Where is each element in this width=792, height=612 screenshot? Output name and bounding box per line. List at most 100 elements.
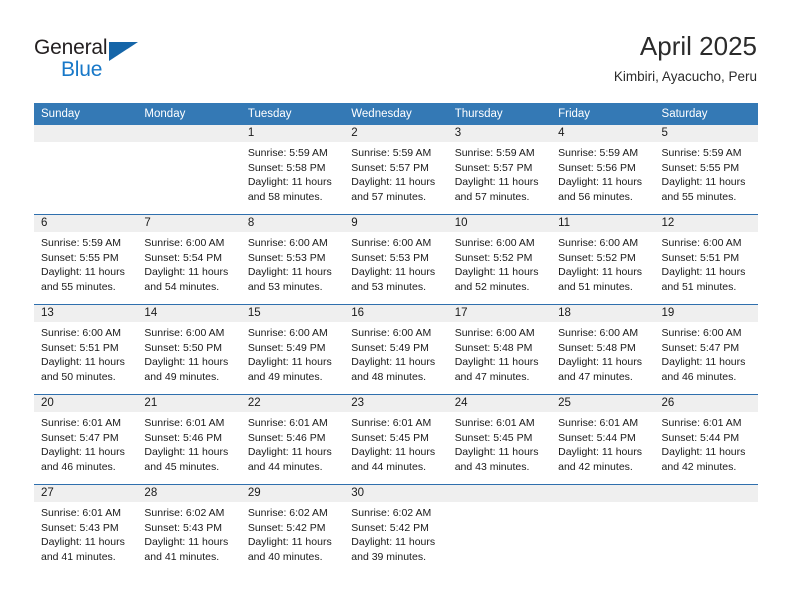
day-detail-line: Daylight: 11 hours: [41, 356, 125, 368]
day-detail-line: Daylight: 11 hours: [454, 176, 539, 188]
day-cell[interactable]: Sunrise: 6:01 AM Sunset: 5:46 PM Daylight:…: [137, 412, 240, 484]
day-cell[interactable]: Sunrise: 5:59 AM Sunset: 5:58 PM Daylight:…: [241, 142, 344, 214]
day-number[interactable]: 25: [551, 395, 654, 412]
day-cell[interactable]: Sunrise: 6:00 AM Sunset: 5:52 PM Daylight:…: [448, 232, 551, 304]
day-cell[interactable]: Sunrise: 6:00 AM Sunset: 5:53 PM Daylight:…: [241, 232, 344, 304]
day-number[interactable]: 5: [655, 125, 758, 142]
day-detail-line: Sunrise: 6:00 AM: [558, 327, 639, 339]
day-number[interactable]: 7: [137, 215, 240, 232]
day-cell[interactable]: Sunrise: 5:59 AM Sunset: 5:57 PM Daylight:…: [344, 142, 447, 214]
day-cell[interactable]: Sunrise: 6:00 AM Sunset: 5:54 PM Daylight:…: [137, 232, 240, 304]
day-number[interactable]: 12: [655, 215, 758, 232]
day-number[interactable]: 16: [344, 305, 447, 322]
day-cell[interactable]: Sunrise: 6:02 AM Sunset: 5:42 PM Daylight:…: [344, 502, 447, 576]
day-detail-line: Daylight: 11 hours: [247, 446, 332, 458]
day-cell[interactable]: Sunrise: 6:00 AM Sunset: 5:47 PM Daylight:…: [655, 322, 758, 394]
day-number[interactable]: 13: [34, 305, 137, 322]
day-cell[interactable]: Sunrise: 6:01 AM Sunset: 5:43 PM Daylight:…: [34, 502, 137, 576]
calendar-weeks: 1 2 3 4 5 Sunrise: 5:59 AM Sunset: 5:58 PM Dayl…: [34, 125, 758, 576]
day-detail-line: and 51 minutes.: [558, 280, 633, 293]
day-cell[interactable]: Sunrise: 6:00 AM Sunset: 5:48 PM Daylight:…: [448, 322, 551, 394]
day-number[interactable]: 2: [344, 125, 447, 142]
day-number-empty: [655, 485, 758, 502]
day-cell[interactable]: Sunrise: 6:02 AM Sunset: 5:42 PM Daylight:…: [241, 502, 344, 576]
week-day-details: Sunrise: 5:59 AM Sunset: 5:58 PM Daylight:…: [34, 142, 758, 214]
day-detail-line: Daylight: 11 hours: [41, 536, 125, 548]
day-number[interactable]: 3: [448, 125, 551, 142]
day-detail-line: Daylight: 11 hours: [558, 356, 642, 368]
day-number[interactable]: 29: [241, 485, 344, 502]
day-number[interactable]: 11: [551, 215, 654, 232]
day-number[interactable]: 18: [551, 305, 654, 322]
day-number[interactable]: 14: [137, 305, 240, 322]
day-number[interactable]: 4: [551, 125, 654, 142]
day-detail-line: and 52 minutes.: [454, 280, 530, 293]
day-detail-line: Sunrise: 6:01 AM: [144, 417, 225, 429]
day-number[interactable]: 27: [34, 485, 137, 502]
day-cell[interactable]: Sunrise: 6:00 AM Sunset: 5:48 PM Daylight:…: [551, 322, 654, 394]
weekday-header-row: Sunday Monday Tuesday Wednesday Thursday Frid…: [34, 103, 758, 125]
week-day-numbers: 20 21 22 23 24 25 26: [34, 395, 758, 412]
day-detail-line: Sunset: 5:42 PM: [351, 521, 429, 534]
day-number[interactable]: 30: [344, 485, 447, 502]
day-number[interactable]: 6: [34, 215, 137, 232]
day-cell[interactable]: Sunrise: 6:01 AM Sunset: 5:45 PM Daylight:…: [448, 412, 551, 484]
week-day-details: Sunrise: 6:01 AM Sunset: 5:43 PM Daylight:…: [34, 502, 758, 576]
day-number[interactable]: 19: [655, 305, 758, 322]
day-cell[interactable]: Sunrise: 6:02 AM Sunset: 5:43 PM Daylight:…: [137, 502, 240, 576]
day-cell[interactable]: Sunrise: 6:00 AM Sunset: 5:50 PM Daylight:…: [137, 322, 240, 394]
weekday-header-sunday: Sunday: [41, 108, 81, 120]
day-number[interactable]: 15: [241, 305, 344, 322]
day-detail-line: Sunset: 5:45 PM: [454, 431, 533, 444]
day-cell[interactable]: Sunrise: 6:01 AM Sunset: 5:47 PM Daylight:…: [34, 412, 137, 484]
day-detail-line: and 47 minutes.: [454, 370, 530, 383]
day-cell[interactable]: Sunrise: 6:00 AM Sunset: 5:49 PM Daylight:…: [241, 322, 344, 394]
day-detail-line: Sunrise: 6:02 AM: [351, 507, 432, 519]
day-detail-line: and 49 minutes.: [144, 370, 220, 383]
day-detail-line: Sunset: 5:58 PM: [247, 161, 326, 174]
day-detail-line: Daylight: 11 hours: [247, 266, 332, 278]
week-day-numbers: 27 28 29 30: [34, 485, 758, 502]
day-number[interactable]: 23: [344, 395, 447, 412]
day-cell[interactable]: Sunrise: 6:00 AM Sunset: 5:51 PM Daylight:…: [655, 232, 758, 304]
day-cell[interactable]: Sunrise: 6:01 AM Sunset: 5:45 PM Daylight:…: [344, 412, 447, 484]
day-cell[interactable]: Sunrise: 5:59 AM Sunset: 5:55 PM Daylight:…: [655, 142, 758, 214]
day-detail-line: Daylight: 11 hours: [247, 176, 332, 188]
day-detail-line: Sunset: 5:42 PM: [247, 521, 326, 534]
day-cell[interactable]: Sunrise: 6:00 AM Sunset: 5:53 PM Daylight:…: [344, 232, 447, 304]
day-number[interactable]: 9: [344, 215, 447, 232]
day-detail-line: and 53 minutes.: [247, 280, 323, 293]
calendar-week-row: 27 28 29 30 Sunrise: 6:01 AM Sunset: 5:43 PM D…: [34, 484, 758, 576]
day-number[interactable]: 17: [448, 305, 551, 322]
day-number[interactable]: 26: [655, 395, 758, 412]
day-detail-line: Sunset: 5:51 PM: [661, 251, 740, 264]
day-number[interactable]: 1: [241, 125, 344, 142]
day-number[interactable]: 24: [448, 395, 551, 412]
day-number[interactable]: 28: [137, 485, 240, 502]
day-detail-line: Sunrise: 6:02 AM: [144, 507, 225, 519]
calendar-week-row: 1 2 3 4 5 Sunrise: 5:59 AM Sunset: 5:58 PM Dayl…: [34, 125, 758, 214]
day-detail-line: Daylight: 11 hours: [558, 446, 642, 458]
day-number[interactable]: 21: [137, 395, 240, 412]
day-cell[interactable]: Sunrise: 6:01 AM Sunset: 5:44 PM Daylight:…: [551, 412, 654, 484]
week-day-details: Sunrise: 6:00 AM Sunset: 5:51 PM Daylight:…: [34, 322, 758, 394]
general-blue-logo: General Blue: [34, 36, 164, 84]
day-cell-empty: [137, 142, 240, 214]
day-detail-line: Sunset: 5:52 PM: [558, 251, 636, 264]
day-detail-line: and 53 minutes.: [351, 280, 426, 293]
day-number[interactable]: 8: [241, 215, 344, 232]
day-cell[interactable]: Sunrise: 6:00 AM Sunset: 5:51 PM Daylight:…: [34, 322, 137, 394]
day-number[interactable]: 22: [241, 395, 344, 412]
day-cell-empty: [551, 502, 654, 576]
day-detail-line: Sunset: 5:46 PM: [144, 431, 223, 444]
day-cell[interactable]: Sunrise: 6:00 AM Sunset: 5:52 PM Daylight:…: [551, 232, 654, 304]
day-number[interactable]: 20: [34, 395, 137, 412]
day-detail-line: Sunset: 5:49 PM: [247, 341, 326, 354]
day-cell[interactable]: Sunrise: 5:59 AM Sunset: 5:57 PM Daylight:…: [448, 142, 551, 214]
day-cell[interactable]: Sunrise: 6:01 AM Sunset: 5:44 PM Daylight:…: [655, 412, 758, 484]
day-cell[interactable]: Sunrise: 6:00 AM Sunset: 5:49 PM Daylight:…: [344, 322, 447, 394]
day-cell[interactable]: Sunrise: 5:59 AM Sunset: 5:56 PM Daylight:…: [551, 142, 654, 214]
day-cell[interactable]: Sunrise: 6:01 AM Sunset: 5:46 PM Daylight:…: [241, 412, 344, 484]
day-cell[interactable]: Sunrise: 5:59 AM Sunset: 5:55 PM Daylight:…: [34, 232, 137, 304]
day-number[interactable]: 10: [448, 215, 551, 232]
